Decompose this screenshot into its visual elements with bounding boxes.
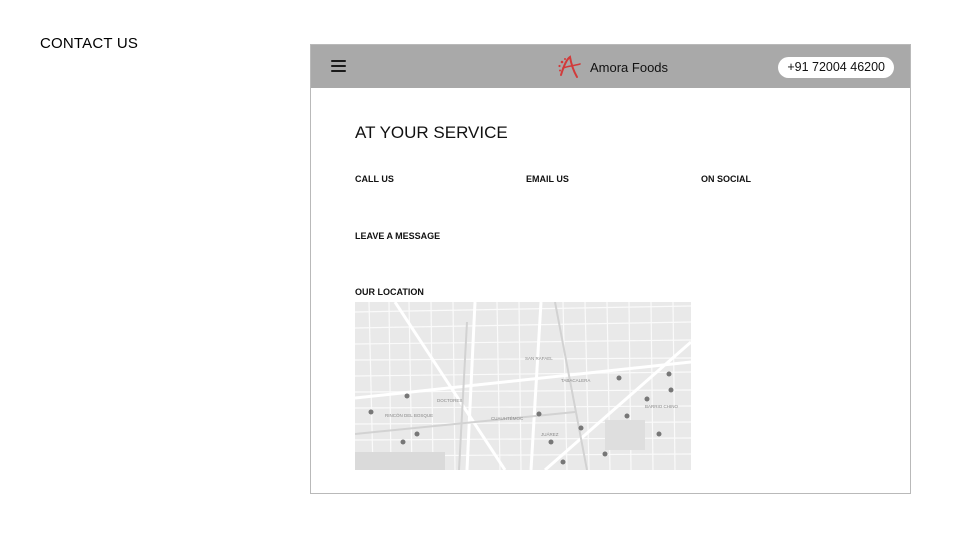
map-label: TABACALERA xyxy=(561,378,590,383)
map-label: DOCTORES xyxy=(437,398,462,403)
slide-title: CONTACT US xyxy=(40,35,139,52)
map-label: RINCÓN DEL BOSQUE xyxy=(385,412,433,418)
leave-message-link[interactable]: LEAVE A MESSAGE xyxy=(355,231,440,241)
on-social-link[interactable]: ON SOCIAL xyxy=(701,174,751,184)
email-us-link[interactable]: EMAIL US xyxy=(526,174,569,184)
brand-link[interactable]: Amora Foods xyxy=(555,53,668,81)
map-label: CUAUHTÉMOC xyxy=(491,415,524,421)
website-mockup: Amora Foods +91 72004 46200 AT YOUR SERV… xyxy=(310,44,911,494)
map-label: JUÁREZ xyxy=(541,431,559,437)
call-us-link[interactable]: CALL US xyxy=(355,174,394,184)
section-heading: AT YOUR SERVICE xyxy=(355,123,508,142)
map-label: SAN RAFAEL xyxy=(525,356,553,361)
location-map[interactable]: SAN RAFAEL TABACALERA JUÁREZ CUAUHTÉMOC … xyxy=(355,302,691,470)
our-location-label: OUR LOCATION xyxy=(355,287,424,297)
phone-number-button[interactable]: +91 72004 46200 xyxy=(778,57,894,78)
top-navigation-bar: Amora Foods +91 72004 46200 xyxy=(311,45,910,88)
brand-name: Amora Foods xyxy=(590,59,669,75)
map-label: BARRIO CHINO xyxy=(645,404,679,409)
hamburger-menu-icon[interactable] xyxy=(331,59,346,72)
amora-logo-icon xyxy=(558,55,581,78)
